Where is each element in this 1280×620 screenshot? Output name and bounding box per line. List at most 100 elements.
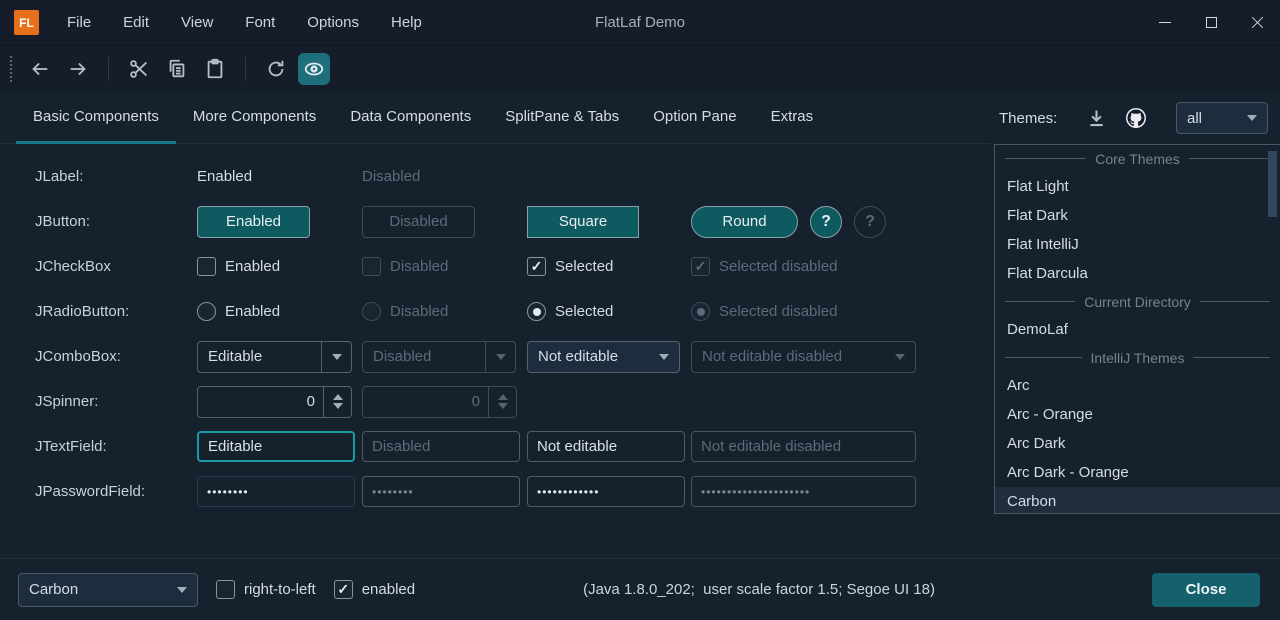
themes-list: Core Themes Flat Light Flat Dark Flat In… [994, 144, 1280, 514]
maximize-button[interactable] [1188, 0, 1234, 45]
themes-list-scrollbar[interactable] [1268, 151, 1277, 217]
tabstrip: Basic Components More Components Data Co… [0, 92, 991, 144]
tab-extras[interactable]: Extras [754, 92, 831, 144]
theme-item-arc[interactable]: Arc [995, 371, 1280, 400]
jlabel-row-label: JLabel: [35, 168, 197, 185]
theme-item-arc-dark[interactable]: Arc Dark [995, 429, 1280, 458]
menu-view[interactable]: View [169, 8, 225, 37]
jcheckbox-row-label: JCheckBox [35, 258, 197, 275]
radio-enabled[interactable]: Enabled [197, 302, 362, 321]
checkbox-checked-icon: ✓ [527, 257, 546, 276]
radio-selected-icon [691, 302, 710, 321]
theme-selector-combobox[interactable]: Carbon [18, 573, 198, 607]
menu-edit[interactable]: Edit [111, 8, 161, 37]
enabled-checkbox-label: enabled [362, 581, 415, 598]
enabled-checkbox[interactable]: ✓ enabled [334, 580, 415, 599]
titlebar: FL File Edit View Font Options Help Flat… [0, 0, 1280, 46]
forward-button[interactable] [62, 53, 94, 85]
copy-button[interactable] [161, 53, 193, 85]
combobox-disabled: Disabled [362, 341, 516, 373]
combobox-arrow-button[interactable] [1237, 103, 1267, 133]
themes-separator: Core Themes [995, 145, 1280, 172]
checkbox-label: Enabled [225, 258, 280, 275]
paste-button[interactable] [199, 53, 231, 85]
show-hover-effects-toggle[interactable] [298, 53, 330, 85]
themes-separator: Current Directory [995, 288, 1280, 315]
enabled-button[interactable]: Enabled [197, 206, 310, 238]
tab-option-pane[interactable]: Option Pane [636, 92, 753, 144]
themes-label: Themes: [999, 110, 1057, 127]
themes-filter-combobox[interactable]: all [1176, 102, 1268, 134]
theme-item-flat-light[interactable]: Flat Light [995, 172, 1280, 201]
rtl-checkbox[interactable]: ✓ right-to-left [216, 580, 316, 599]
theme-item-flat-dark[interactable]: Flat Dark [995, 201, 1280, 230]
jbutton-row-label: JButton: [35, 213, 197, 230]
tab-data-components[interactable]: Data Components [333, 92, 488, 144]
theme-item-carbon[interactable]: Carbon [995, 487, 1280, 514]
theme-item-flat-darcula[interactable]: Flat Darcula [995, 259, 1280, 288]
download-icon [1086, 108, 1107, 129]
minimize-icon [1159, 22, 1171, 23]
passwordfield-not-editable[interactable] [527, 476, 685, 507]
github-icon [1124, 106, 1148, 130]
refresh-button[interactable] [260, 53, 292, 85]
spinner-down-icon [333, 403, 343, 409]
tab-basic-components[interactable]: Basic Components [16, 92, 176, 144]
forward-arrow-icon [67, 58, 89, 80]
radio-label: Disabled [390, 303, 448, 320]
spinner-enabled[interactable] [197, 386, 352, 418]
theme-item-flat-intellij[interactable]: Flat IntelliJ [995, 230, 1280, 259]
checkbox-disabled: ✓ Disabled [362, 257, 527, 276]
textfield-not-editable[interactable] [527, 431, 685, 462]
refresh-icon [265, 58, 287, 80]
theme-item-arc-orange[interactable]: Arc - Orange [995, 400, 1280, 429]
menu-file[interactable]: File [55, 8, 103, 37]
combobox-not-editable-disabled: Not editable disabled [691, 341, 916, 373]
tab-more-components[interactable]: More Components [176, 92, 333, 144]
textfield-editable[interactable] [197, 431, 355, 462]
github-button[interactable] [1121, 103, 1151, 133]
combobox-editable[interactable]: Editable [197, 341, 352, 373]
theme-item-arc-dark-orange[interactable]: Arc Dark - Orange [995, 458, 1280, 487]
combobox-arrow-button[interactable] [321, 342, 351, 372]
toolbar [0, 46, 1280, 92]
radio-selected-icon [527, 302, 546, 321]
help-button-disabled: ? [854, 206, 886, 238]
tabbed-pane: Basic Components More Components Data Co… [0, 92, 991, 558]
round-button[interactable]: Round [691, 206, 798, 238]
combobox-not-editable[interactable]: Not editable [527, 341, 680, 373]
combobox-arrow-button[interactable] [649, 342, 679, 372]
checkbox-label: Selected disabled [719, 258, 837, 275]
close-button[interactable] [1234, 0, 1280, 45]
radio-selected-disabled: Selected disabled [691, 302, 991, 321]
spinner-input[interactable] [198, 393, 323, 410]
theme-item-demolaf[interactable]: DemoLaf [995, 315, 1280, 344]
help-button[interactable]: ? [810, 206, 842, 238]
window-controls [1142, 0, 1280, 45]
combobox-arrow-button[interactable] [167, 574, 197, 606]
back-button[interactable] [24, 53, 56, 85]
close-dialog-button[interactable]: Close [1152, 573, 1260, 607]
tab-splitpane-tabs[interactable]: SplitPane & Tabs [488, 92, 636, 144]
chevron-down-icon [332, 354, 342, 360]
radio-selected[interactable]: Selected [527, 302, 691, 321]
menu-options[interactable]: Options [295, 8, 371, 37]
app-logo-icon: FL [14, 10, 39, 35]
checkbox-enabled[interactable]: ✓ Enabled [197, 257, 362, 276]
spinner-arrows[interactable] [323, 387, 351, 417]
combobox-arrow-button [885, 342, 915, 372]
passwordfield-enabled[interactable] [197, 476, 355, 507]
copy-icon [166, 58, 188, 80]
close-icon [1251, 16, 1264, 29]
square-button[interactable]: Square [527, 206, 639, 238]
themes-header: Themes: all [991, 92, 1280, 144]
radio-disabled: Disabled [362, 302, 527, 321]
toolbar-grip[interactable] [10, 56, 14, 82]
menu-help[interactable]: Help [379, 8, 434, 37]
menu-font[interactable]: Font [233, 8, 287, 37]
cut-button[interactable] [123, 53, 155, 85]
minimize-button[interactable] [1142, 0, 1188, 45]
download-themes-button[interactable] [1081, 103, 1111, 133]
checkbox-selected[interactable]: ✓ Selected [527, 257, 691, 276]
combobox-value: Not editable disabled [692, 348, 885, 365]
